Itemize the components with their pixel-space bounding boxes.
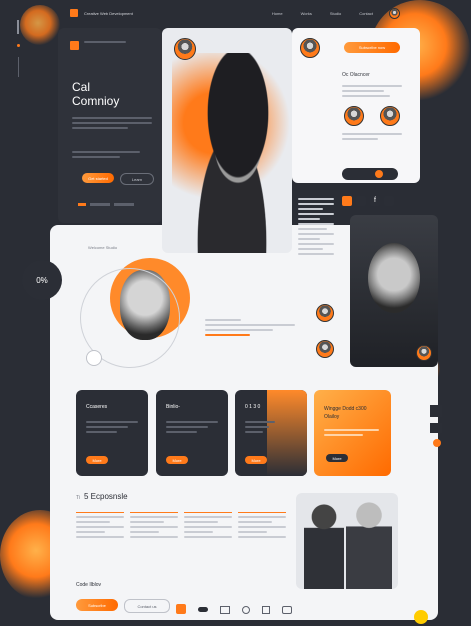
avatar[interactable] xyxy=(316,340,334,358)
toggle-icon[interactable] xyxy=(198,607,208,612)
hero-logo-icon xyxy=(70,41,79,50)
card-button[interactable]: More xyxy=(245,456,267,464)
nav-item-home[interactable]: Home xyxy=(272,11,283,16)
hero-subtext xyxy=(72,148,152,161)
hero-tagline xyxy=(84,38,126,46)
tool-icon[interactable] xyxy=(433,439,441,447)
portrait-right-face xyxy=(368,243,420,313)
column-3 xyxy=(184,512,232,572)
divider xyxy=(17,57,19,77)
dot-icon xyxy=(16,44,20,47)
lower-heading-text: 5 Ecposnsle xyxy=(83,492,128,501)
card-text xyxy=(166,418,218,436)
social-icons: f xyxy=(342,196,394,206)
card-4[interactable]: Wingge Dodd c300 Olailoy More xyxy=(314,390,391,476)
nav-item-works[interactable]: Works xyxy=(301,11,312,16)
woman-portrait xyxy=(80,258,190,368)
person-right xyxy=(346,499,392,589)
stat-value: 0% xyxy=(36,275,48,285)
lower-heading: Ti 5 Ecposnsle xyxy=(76,492,128,501)
footer-title: Code Ilblov xyxy=(76,582,102,588)
lower-heading-prefix: Ti xyxy=(76,495,80,501)
card-1[interactable]: Ccaseres More xyxy=(76,390,148,476)
lower-columns xyxy=(76,512,286,572)
card-button[interactable]: More xyxy=(86,456,108,464)
card-subtitle: Olailoy xyxy=(324,414,340,420)
tool-icon[interactable] xyxy=(430,423,442,433)
avatar[interactable] xyxy=(174,38,196,60)
portrait-mini-badge[interactable] xyxy=(86,350,102,366)
nav-item-contact[interactable]: Contact xyxy=(359,11,373,16)
avatar[interactable] xyxy=(344,106,364,126)
profile-toggle[interactable] xyxy=(342,168,398,180)
stat-badge: 0% xyxy=(22,260,62,300)
search-icon[interactable] xyxy=(242,606,250,614)
footer-icons xyxy=(176,604,292,614)
image-icon[interactable] xyxy=(356,196,366,206)
chat-icon[interactable] xyxy=(282,606,292,614)
menu-icon[interactable] xyxy=(17,20,19,34)
card-title: Ccaseres xyxy=(86,404,108,410)
share-icon[interactable] xyxy=(262,606,270,614)
hero-footer-row xyxy=(78,203,134,206)
card-button[interactable]: More xyxy=(326,454,348,462)
left-rail xyxy=(14,20,22,80)
middle-text xyxy=(205,316,295,339)
card-title: Wingge Dodd c300 xyxy=(324,406,367,412)
nav-item-studio[interactable]: Studio xyxy=(330,11,341,16)
profile-text xyxy=(342,82,402,100)
card-title: 0 1 3 0 xyxy=(245,404,261,410)
hero-portrait-panel xyxy=(162,28,292,253)
profile-panel: Subscribe now Oc Olacncer xyxy=(292,28,420,183)
card-text xyxy=(324,426,379,439)
card-button[interactable]: More xyxy=(166,456,188,464)
person-left xyxy=(304,501,344,589)
portrait-right xyxy=(350,215,438,367)
learn-button[interactable]: Learn xyxy=(120,173,154,185)
profile-list xyxy=(342,130,402,143)
footer-contact-button[interactable]: Contact us xyxy=(124,599,170,613)
facebook-icon[interactable]: f xyxy=(370,196,380,206)
avatar[interactable] xyxy=(416,345,432,361)
twitter-icon[interactable] xyxy=(384,196,394,206)
column-1 xyxy=(76,512,124,572)
hero-title-line1: Cal xyxy=(72,80,91,94)
orange-glow-left xyxy=(20,5,60,45)
card-title: Binlio- xyxy=(166,404,180,410)
hero-title-line2: Comnioy xyxy=(72,94,120,108)
brand-logo-icon[interactable] xyxy=(70,9,78,17)
avatar[interactable] xyxy=(316,304,334,322)
fab-button[interactable] xyxy=(414,610,428,624)
footer-subscribe-button[interactable]: Subscribe xyxy=(76,599,118,611)
home-icon[interactable] xyxy=(220,606,230,614)
brand-name: Creative Web Development xyxy=(84,10,133,16)
avatar[interactable] xyxy=(380,106,400,126)
column-2 xyxy=(130,512,178,572)
team-photo xyxy=(296,493,398,589)
profile-header: Oc Olacncer xyxy=(342,72,370,78)
section-header: Welcome Studio xyxy=(88,245,118,250)
portrait-image xyxy=(172,53,292,253)
get-started-button[interactable]: Get started xyxy=(82,173,114,183)
hero-card: Cal Comnioy Get started Learn xyxy=(58,28,162,223)
info-list xyxy=(298,195,334,258)
top-bar: Creative Web Development Home Works Stud… xyxy=(70,7,400,19)
card-2[interactable]: Binlio- More xyxy=(156,390,228,476)
card-text xyxy=(86,418,138,436)
tool-icon[interactable] xyxy=(430,405,442,417)
play-icon[interactable] xyxy=(176,604,186,614)
card-text xyxy=(245,418,275,436)
right-tools xyxy=(430,405,444,447)
play-icon[interactable] xyxy=(342,196,352,206)
card-3[interactable]: 0 1 3 0 More xyxy=(235,390,307,476)
column-4 xyxy=(238,512,286,572)
subscribe-button[interactable]: Subscribe now xyxy=(344,42,400,53)
avatar[interactable] xyxy=(389,7,400,19)
hero-description xyxy=(72,114,152,132)
avatar[interactable] xyxy=(300,38,320,58)
